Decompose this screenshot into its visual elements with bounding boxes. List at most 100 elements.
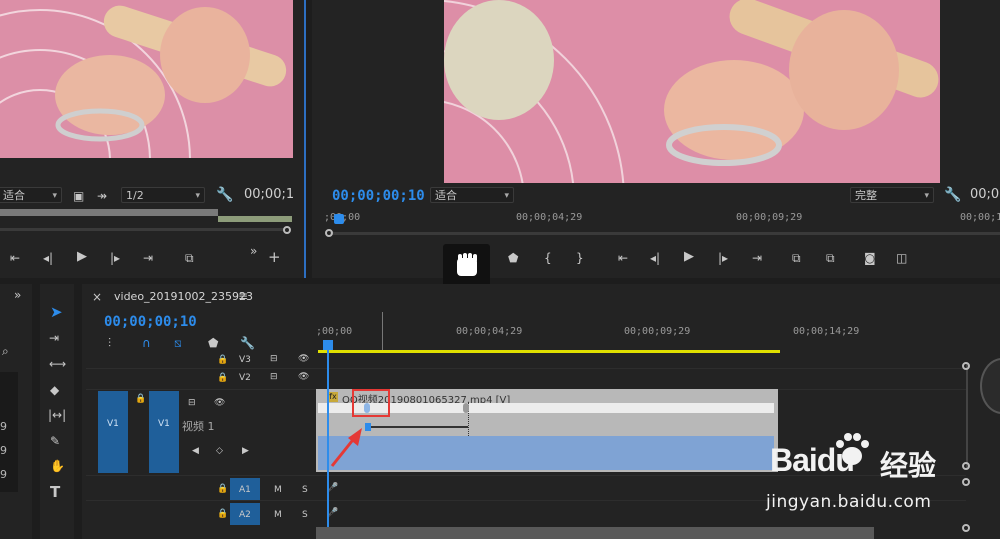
scroll-handle[interactable] — [962, 524, 970, 532]
source-scrubber[interactable] — [0, 228, 284, 231]
compare-icon[interactable]: ◫ — [896, 251, 907, 265]
close-icon[interactable]: × — [92, 290, 102, 304]
wrench-icon[interactable]: 🔧 — [240, 336, 255, 350]
source-ruler-bar — [0, 209, 218, 216]
source-ruler-bar-green — [218, 216, 292, 222]
mute-button[interactable]: M — [274, 485, 282, 495]
marker-icon[interactable]: ⬟ — [508, 251, 518, 265]
track-select-tool-icon[interactable]: ⇥ — [49, 331, 59, 345]
insert-clip-icon[interactable]: ⧉ — [185, 251, 194, 265]
camera-icon[interactable]: ◙ — [864, 251, 876, 265]
mark-in-icon[interactable]: { — [544, 251, 552, 265]
settings-icon[interactable]: ▣ — [73, 189, 84, 203]
eye-icon[interactable]: 👁 — [298, 354, 309, 364]
more-panels-icon[interactable]: » — [14, 288, 21, 302]
clip-video-body — [318, 436, 774, 470]
source-fit-dropdown[interactable]: 适合 ▾ — [0, 187, 62, 203]
step-forward-icon[interactable]: |▸ — [718, 251, 728, 265]
pen-tool-icon[interactable]: ✎ — [50, 434, 60, 448]
sync-lock-icon[interactable]: ⊟ — [270, 372, 278, 382]
nest-icon[interactable]: ⫶ — [108, 336, 111, 350]
solo-button[interactable]: S — [302, 510, 308, 520]
keyframe-line[interactable] — [366, 426, 468, 428]
program-fit-dropdown[interactable]: 适合 ▾ — [430, 187, 514, 203]
timeline-ruler-tick: 00;00;09;29 — [624, 326, 691, 337]
mark-out-icon[interactable]: } — [576, 251, 584, 265]
highlight-box — [352, 389, 390, 417]
go-to-out-icon[interactable]: ⇥ — [752, 251, 762, 265]
program-ruler-tick: 00;00;09;29 — [736, 212, 803, 223]
program-fit-label: 适合 — [435, 189, 457, 202]
selection-tool-icon[interactable]: ➤ — [50, 305, 63, 320]
source-video-frame — [0, 0, 293, 158]
keyframe-marker[interactable] — [463, 403, 469, 413]
program-quality-dropdown[interactable]: 完整 ▾ — [850, 187, 934, 203]
prev-keyframe-icon[interactable]: ◀ — [192, 446, 199, 456]
sync-lock-icon[interactable]: ⊟ — [270, 354, 278, 364]
lift-icon[interactable]: ⧉ — [792, 251, 801, 265]
baidu-url: jingyan.baidu.com — [766, 492, 932, 512]
timeline-timecode[interactable]: 00;00;00;10 — [104, 314, 197, 330]
add-keyframe-icon[interactable]: ◇ — [216, 446, 223, 456]
program-timecode[interactable]: 00;00;00;10 — [332, 188, 425, 204]
next-keyframe-icon[interactable]: ▶ — [242, 446, 249, 456]
step-forward-icon[interactable]: |▸ — [110, 251, 120, 265]
eye-icon[interactable]: 👁 — [214, 398, 225, 408]
panel-menu-icon[interactable]: ≡ — [238, 289, 248, 303]
solo-button[interactable]: S — [302, 485, 308, 495]
lock-icon[interactable]: 🔒 — [217, 484, 228, 494]
wrench-icon[interactable]: 🔧 — [944, 188, 961, 202]
v1-track-name: 视频 1 — [182, 420, 215, 433]
v1-target-patch[interactable]: V1 — [149, 391, 179, 473]
play-icon[interactable]: ▶ — [684, 250, 694, 264]
lock-icon[interactable]: 🔒 — [135, 394, 146, 404]
linked-selection-icon[interactable]: ⧅ — [174, 336, 182, 350]
timeline-ruler-tick: 00;00;14;29 — [793, 326, 860, 337]
mute-button[interactable]: M — [274, 510, 282, 520]
tools-panel: ➤ ⇥ ⟷ ◆ |↔| ✎ ✋ T — [40, 284, 74, 539]
slip-tool-icon[interactable]: |↔| — [48, 408, 66, 422]
extract-icon[interactable]: ⧉ — [826, 251, 835, 265]
lock-icon[interactable]: 🔒 — [217, 373, 228, 383]
wrench-icon[interactable]: 🔧 — [216, 188, 233, 202]
track-v2-label: V2 — [239, 373, 251, 383]
source-scrub-handle[interactable] — [283, 226, 291, 234]
clip-fx-badge: fx — [328, 392, 338, 402]
type-tool-icon[interactable]: T — [50, 485, 60, 500]
lock-icon[interactable]: 🔒 — [217, 355, 228, 365]
add-marker-icon[interactable]: ⬟ — [208, 336, 218, 350]
source-resolution-label: 1/2 — [126, 189, 144, 202]
program-scrubber[interactable] — [330, 232, 1000, 235]
go-to-out-icon[interactable]: ⇥ — [143, 251, 153, 265]
lock-icon[interactable]: 🔒 — [217, 509, 228, 519]
timeline-tab-title[interactable]: video_20191002_235923 — [114, 290, 253, 303]
program-playhead-marker[interactable] — [334, 214, 344, 224]
go-to-in-icon[interactable]: ⇤ — [618, 251, 628, 265]
mark-in-icon[interactable]: ⇤ — [10, 251, 20, 265]
track-a2-header: 🔒 A2 M S 🎤 — [180, 503, 395, 528]
vertical-scrollbar[interactable] — [966, 364, 968, 468]
search-bin-icon[interactable]: ⌕ — [2, 344, 9, 358]
more-controls-icon[interactable]: » — [250, 244, 257, 258]
eye-icon[interactable]: 👁 — [298, 372, 309, 382]
timeline-playhead-marker[interactable] — [323, 340, 333, 350]
hand-tool-icon[interactable]: ✋ — [50, 459, 65, 473]
v1-source-patch[interactable]: V1 — [98, 391, 128, 473]
scroll-handle[interactable] — [962, 362, 970, 370]
step-back-icon[interactable]: ◂| — [43, 251, 53, 265]
scroll-handle[interactable] — [962, 462, 970, 470]
sync-lock-icon[interactable]: ⊟ — [188, 398, 196, 408]
step-back-icon[interactable]: ◂| — [650, 251, 660, 265]
chevron-down-icon: ▾ — [52, 191, 57, 201]
ripple-edit-tool-icon[interactable]: ⟷ — [49, 357, 66, 371]
insert-icon[interactable]: ↠ — [97, 189, 107, 203]
program-scrub-handle[interactable] — [325, 229, 333, 237]
baidu-watermark: Baidu 经验 jingyan.baidu.com — [762, 428, 962, 518]
razor-tool-icon[interactable]: ◆ — [50, 383, 59, 397]
v1-source-label: V1 — [107, 419, 119, 429]
scroll-handle[interactable] — [962, 478, 970, 486]
source-resolution-dropdown[interactable]: 1/2 ▾ — [121, 187, 205, 203]
snap-magnet-icon[interactable]: ∩ — [142, 336, 151, 350]
play-icon[interactable]: ▶ — [77, 250, 87, 264]
add-button-icon[interactable]: + — [268, 250, 281, 265]
